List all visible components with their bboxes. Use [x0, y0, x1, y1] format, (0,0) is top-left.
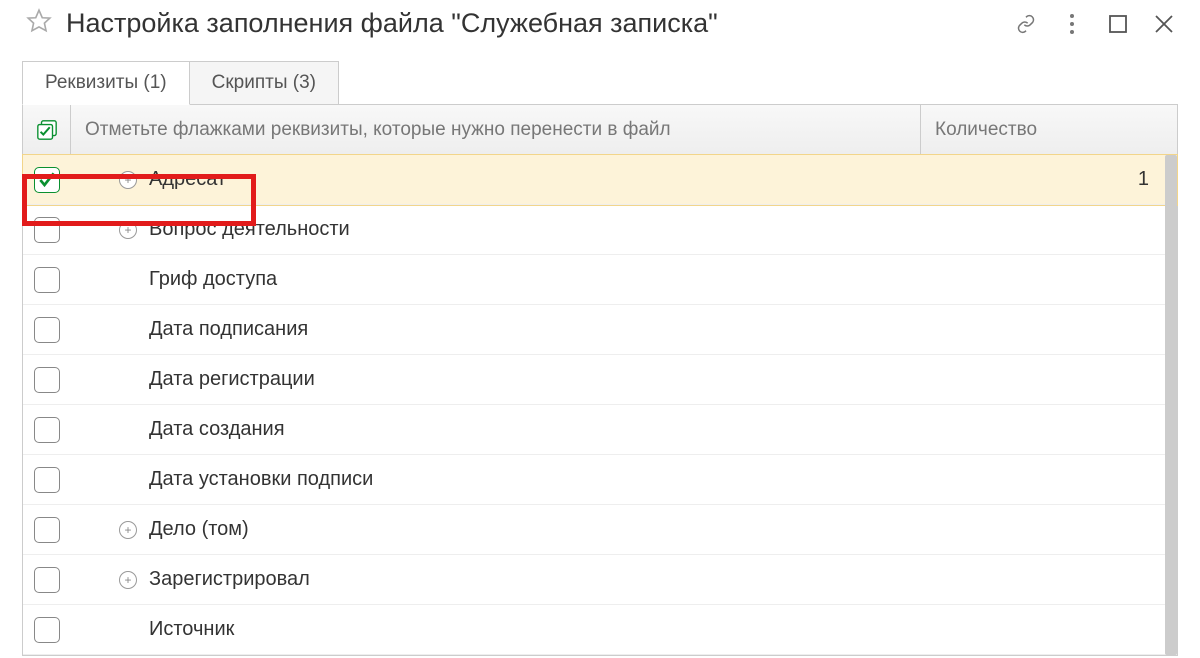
row-label: Адресат [149, 168, 226, 191]
tab-1[interactable]: Скрипты (3) [189, 61, 339, 105]
row-checkbox[interactable] [34, 317, 60, 343]
row-label: Гриф доступа [149, 268, 277, 291]
scrollbar[interactable] [1165, 155, 1177, 655]
table-row[interactable]: Дата регистрации [23, 355, 1177, 405]
row-checkbox[interactable] [34, 467, 60, 493]
expand-icon[interactable]: + [119, 521, 137, 539]
table-row[interactable]: Дата подписания [23, 305, 1177, 355]
close-icon[interactable] [1154, 14, 1174, 34]
column-header-name: Отметьте флажками реквизиты, которые нуж… [71, 105, 921, 154]
tab-0[interactable]: Реквизиты (1) [22, 61, 190, 105]
row-label: Дата подписания [149, 318, 308, 341]
row-label: Вопрос деятельности [149, 218, 350, 241]
row-checkbox[interactable] [34, 617, 60, 643]
tabs: Реквизиты (1)Скрипты (3) [22, 61, 1200, 105]
row-checkbox[interactable] [34, 567, 60, 593]
page-title: Настройка заполнения файла "Служебная за… [66, 8, 1002, 39]
table-row[interactable]: Источник [23, 605, 1177, 655]
row-checkbox[interactable] [34, 367, 60, 393]
table-row[interactable]: + Адресат 1 [23, 155, 1177, 205]
table-row[interactable]: + Дело (том) [23, 505, 1177, 555]
row-label: Дата установки подписи [149, 468, 373, 491]
row-label: Источник [149, 618, 234, 641]
row-checkbox[interactable] [34, 417, 60, 443]
table-row[interactable]: Дата установки подписи [23, 455, 1177, 505]
row-label: Зарегистрировал [149, 568, 310, 591]
link-icon[interactable] [1016, 14, 1036, 34]
row-checkbox[interactable] [34, 217, 60, 243]
row-label: Дело (том) [149, 518, 249, 541]
column-header-qty: Количество [921, 105, 1177, 154]
table-row[interactable]: + Зарегистрировал [23, 555, 1177, 605]
expand-icon[interactable]: + [119, 571, 137, 589]
check-all-icon [36, 119, 58, 141]
table-row[interactable]: Гриф доступа [23, 255, 1177, 305]
more-menu-icon[interactable] [1062, 14, 1082, 34]
check-all-header[interactable] [23, 105, 71, 154]
row-checkbox[interactable] [34, 267, 60, 293]
favorite-star-icon[interactable] [26, 8, 52, 39]
row-qty: 1 [921, 168, 1177, 191]
row-checkbox[interactable] [34, 517, 60, 543]
expand-icon[interactable]: + [119, 221, 137, 239]
row-label: Дата регистрации [149, 368, 315, 391]
requisites-table: Отметьте флажками реквизиты, которые нуж… [22, 104, 1178, 656]
row-label: Дата создания [149, 418, 285, 441]
table-row[interactable]: + Вопрос деятельности [23, 205, 1177, 255]
row-checkbox[interactable] [34, 167, 60, 193]
expand-icon[interactable]: + [119, 171, 137, 189]
maximize-icon[interactable] [1108, 14, 1128, 34]
table-row[interactable]: Дата создания [23, 405, 1177, 455]
